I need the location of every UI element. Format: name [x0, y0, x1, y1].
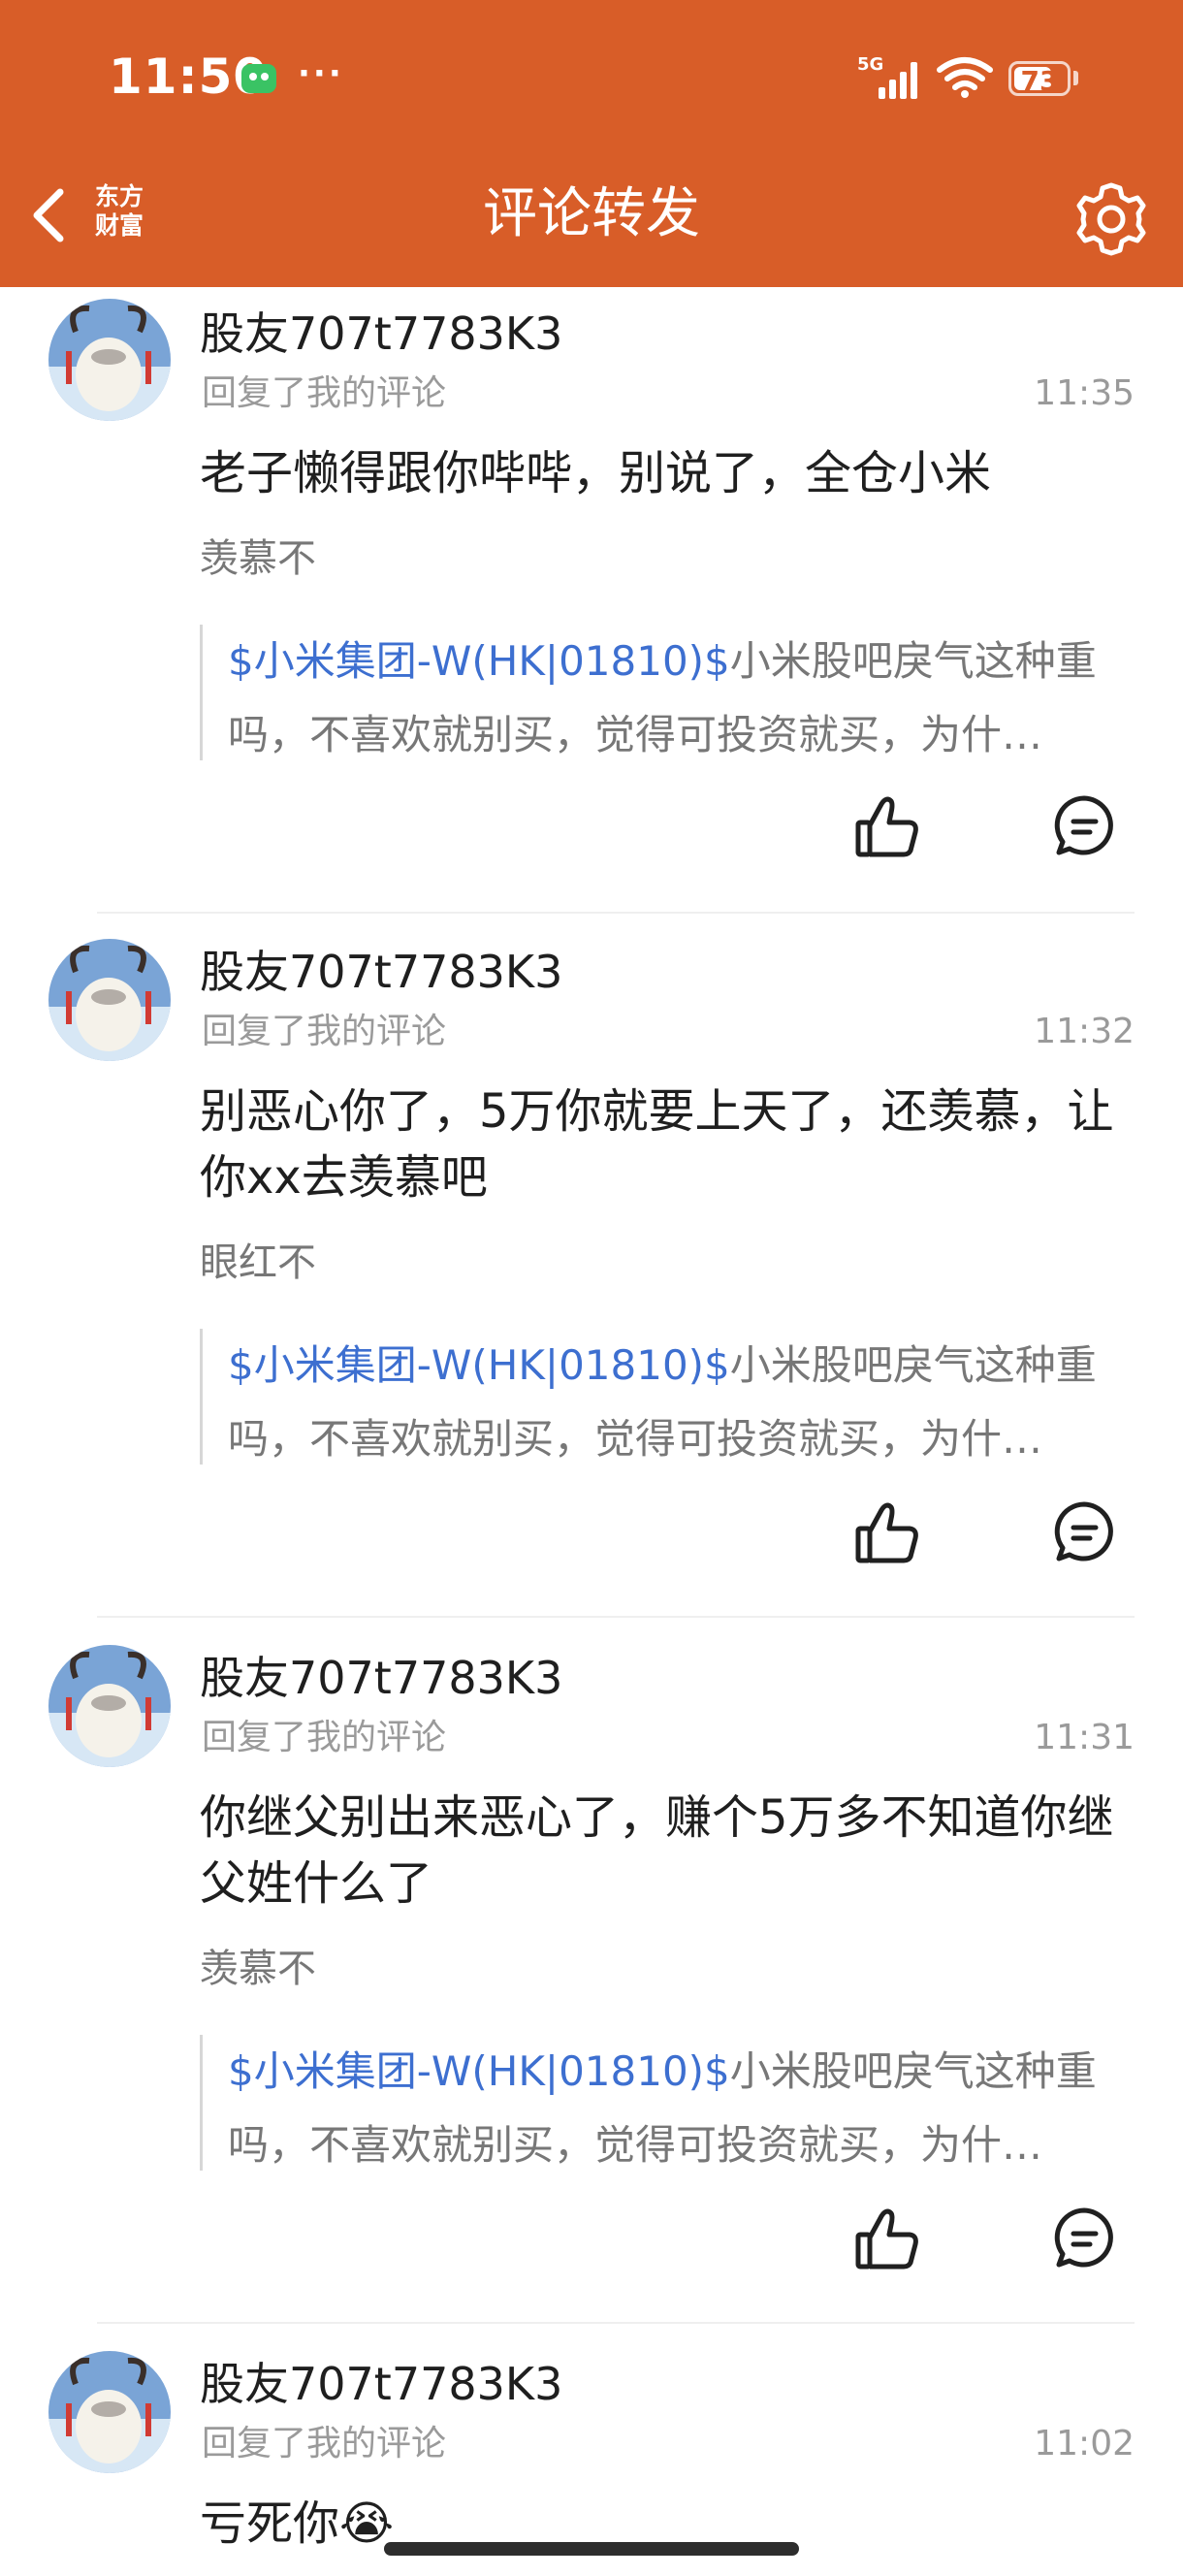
home-indicator[interactable]	[384, 2542, 799, 2556]
battery-icon: 73	[1008, 61, 1071, 97]
quoted-comment: 羡慕不	[200, 1947, 316, 1991]
original-post[interactable]: $小米集团-W(HK|01810)$小米股吧戾气这种重吗，不喜欢就别买，觉得可投…	[200, 1329, 1134, 1465]
reply-label: 回复了我的评论	[202, 373, 447, 413]
status-more-dots: ···	[298, 54, 344, 93]
avatar-image	[48, 939, 171, 1061]
username[interactable]: 股友707t7783K3	[200, 2355, 562, 2413]
comment-item[interactable]: 股友707t7783K3 回复了我的评论 11:31 你继父别出来恶心了，赚个5…	[0, 1622, 1183, 2328]
avatar-image	[48, 299, 171, 421]
stock-link[interactable]: $小米集团-W(HK|01810)$	[228, 637, 730, 685]
divider	[97, 912, 1135, 914]
username[interactable]: 股友707t7783K3	[200, 305, 562, 363]
comment-item[interactable]: 股友707t7783K3 回复了我的评论 11:02 亏死你😭	[0, 2328, 1183, 2576]
battery-level: 73	[1020, 65, 1059, 97]
username[interactable]: 股友707t7783K3	[200, 943, 562, 1001]
comment-text: 你继父别出来恶心了，赚个5万多不知道你继父姓什么了	[200, 1790, 1114, 1911]
username[interactable]: 股友707t7783K3	[200, 1649, 562, 1707]
original-post[interactable]: $小米集团-W(HK|01810)$小米股吧戾气这种重吗，不喜欢就别买，觉得可投…	[200, 2035, 1134, 2171]
wechat-icon	[241, 64, 276, 93]
wifi-icon	[937, 57, 993, 98]
comment-time: 11:31	[1034, 1718, 1135, 1757]
quoted-comment: 羡慕不	[200, 536, 316, 581]
comment-text: 老子懒得跟你哔哔，别说了，全仓小米	[200, 446, 992, 500]
reply-label: 回复了我的评论	[202, 2424, 447, 2463]
original-post-text: $小米集团-W(HK|01810)$小米股吧戾气这种重吗，不喜欢就别买，觉得可投…	[228, 625, 1130, 772]
avatar-image	[48, 2351, 171, 2473]
divider	[97, 2322, 1135, 2324]
thumbs-up-icon[interactable]	[853, 1501, 921, 1565]
avatar[interactable]	[48, 2351, 171, 2473]
quoted-comment: 眼红不	[200, 1240, 316, 1285]
comment-item[interactable]: 股友707t7783K3 回复了我的评论 11:35 老子懒得跟你哔哔，别说了，…	[0, 287, 1183, 916]
page-title: 评论转发	[483, 182, 700, 245]
comment-time: 11:32	[1034, 1012, 1135, 1051]
avatar[interactable]	[48, 1645, 171, 1767]
comment-text: 别恶心你了，5万你就要上天了，还羡慕，让你xx去羡慕吧	[200, 1084, 1114, 1205]
avatar[interactable]	[48, 939, 171, 1061]
stock-link[interactable]: $小米集团-W(HK|01810)$	[228, 2047, 730, 2095]
divider	[97, 1616, 1135, 1618]
avatar[interactable]	[48, 299, 171, 421]
signal-icon: 5G	[857, 54, 917, 99]
thumbs-up-icon[interactable]	[853, 795, 921, 859]
comment-item[interactable]: 股友707t7783K3 回复了我的评论 11:32 别恶心你了，5万你就要上天…	[0, 916, 1183, 1622]
comment-time: 11:35	[1034, 373, 1135, 413]
avatar-image	[48, 1645, 171, 1767]
reply-label: 回复了我的评论	[202, 1012, 447, 1051]
comment-icon[interactable]	[1052, 1499, 1116, 1563]
network-label: 5G	[857, 54, 883, 75]
reply-label: 回复了我的评论	[202, 1718, 447, 1757]
stock-link[interactable]: $小米集团-W(HK|01810)$	[228, 1341, 730, 1389]
original-post-text: $小米集团-W(HK|01810)$小米股吧戾气这种重吗，不喜欢就别买，觉得可投…	[228, 1329, 1130, 1476]
battery-cap	[1073, 71, 1078, 85]
original-post-text: $小米集团-W(HK|01810)$小米股吧戾气这种重吗，不喜欢就别买，觉得可投…	[228, 2035, 1130, 2182]
comment-icon[interactable]	[1052, 793, 1116, 857]
comment-icon[interactable]	[1052, 2206, 1116, 2270]
comment-time: 11:02	[1034, 2424, 1135, 2463]
top-bar: 11:50 ··· 5G 73 东方财富 评论转发	[0, 0, 1183, 287]
gear-icon[interactable]	[1072, 180, 1150, 258]
thumbs-up-icon[interactable]	[853, 2207, 921, 2271]
original-post[interactable]: $小米集团-W(HK|01810)$小米股吧戾气这种重吗，不喜欢就别买，觉得可投…	[200, 625, 1134, 760]
